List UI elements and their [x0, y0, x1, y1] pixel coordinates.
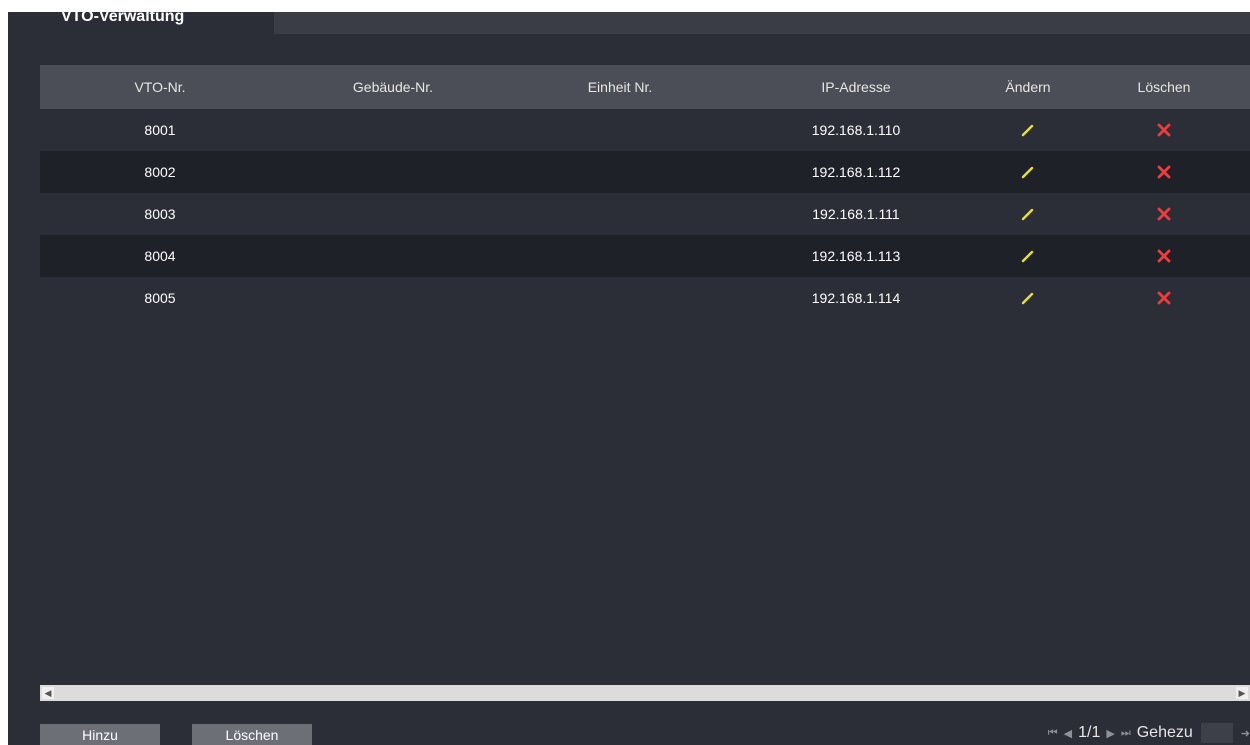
vto-table: VTO-Nr. Gebäude-Nr. Einheit Nr. IP-Adres…	[40, 65, 1250, 685]
cell-delete	[1078, 193, 1250, 235]
cell-ip-adresse: 192.168.1.110	[811, 122, 901, 138]
goto-page-input[interactable]	[1200, 723, 1233, 743]
edit-pencil-icon[interactable]	[1018, 120, 1038, 140]
table-row: 8004 192.168.1.113	[40, 235, 1250, 277]
edit-pencil-icon[interactable]	[1018, 162, 1038, 182]
last-page-icon[interactable]: ⏭	[1121, 727, 1131, 740]
app-window: VTO-Verwaltung VTO-Nr. Gebäude-Nr. Einhe…	[8, 12, 1250, 745]
delete-x-icon[interactable]	[1154, 120, 1174, 140]
table-row: 8001 192.168.1.110	[40, 109, 1250, 151]
cell-vto-nr: 8004	[144, 248, 176, 264]
cell-gebaeude-nr	[280, 235, 506, 277]
tab-bar: VTO-Verwaltung	[8, 12, 1250, 34]
delete-x-icon[interactable]	[1154, 246, 1174, 266]
col-header-gebaeude-nr: Gebäude-Nr.	[352, 79, 434, 95]
table-row: 8002 192.168.1.112	[40, 151, 1250, 193]
cell-einheit-nr	[506, 277, 734, 319]
cell-edit	[978, 109, 1078, 151]
edit-pencil-icon[interactable]	[1018, 288, 1038, 308]
cell-gebaeude-nr	[280, 277, 506, 319]
next-page-icon[interactable]: ▶	[1106, 727, 1114, 740]
horizontal-scrollbar[interactable]: ◀ ▶	[40, 685, 1250, 701]
cell-edit	[978, 235, 1078, 277]
cell-ip-adresse: 192.168.1.111	[812, 206, 900, 222]
goto-label: Gehezu	[1136, 724, 1193, 741]
cell-delete	[1078, 109, 1250, 151]
edit-pencil-icon[interactable]	[1018, 204, 1038, 224]
tab-vto-verwaltung[interactable]: VTO-Verwaltung	[8, 12, 274, 34]
cell-vto-nr: 8003	[144, 206, 176, 222]
goto-arrow-icon[interactable]: ➜	[1241, 727, 1250, 740]
cell-gebaeude-nr	[280, 151, 506, 193]
cell-vto-nr: 8002	[144, 164, 176, 180]
delete-x-icon[interactable]	[1154, 204, 1174, 224]
table-row: 8005 192.168.1.114	[40, 277, 1250, 319]
add-button[interactable]: Hinzu	[40, 724, 160, 745]
scroll-right-arrow-icon[interactable]: ▶	[1236, 687, 1248, 699]
table-header: VTO-Nr. Gebäude-Nr. Einheit Nr. IP-Adres…	[40, 65, 1250, 109]
col-header-einheit-nr: Einheit Nr.	[587, 79, 653, 95]
first-page-icon[interactable]: ⏮	[1048, 727, 1058, 740]
table-row: 8003 192.168.1.111	[40, 193, 1250, 235]
col-header-ip-adresse: IP-Adresse	[821, 79, 891, 95]
cell-ip-adresse: 192.168.1.112	[811, 164, 901, 180]
cell-edit	[978, 193, 1078, 235]
cell-delete	[1078, 151, 1250, 193]
cell-vto-nr: 8005	[144, 290, 176, 306]
cell-delete	[1078, 277, 1250, 319]
cell-vto-nr: 8001	[144, 122, 176, 138]
cell-ip-adresse: 192.168.1.113	[811, 248, 901, 264]
cell-einheit-nr	[506, 109, 734, 151]
cell-einheit-nr	[506, 193, 734, 235]
col-header-loeschen: Löschen	[1137, 79, 1191, 95]
cell-edit	[978, 151, 1078, 193]
prev-page-icon[interactable]: ◀	[1064, 727, 1072, 740]
cell-einheit-nr	[506, 151, 734, 193]
cell-delete	[1078, 235, 1250, 277]
cell-ip-adresse: 192.168.1.114	[811, 290, 901, 306]
page-indicator: 1/1	[1078, 724, 1101, 741]
col-header-aendern: Ändern	[1005, 79, 1051, 95]
pagination: ⏮ ◀ 1/1 ▶ ⏭ Gehezu ➜	[1048, 722, 1250, 744]
edit-pencil-icon[interactable]	[1018, 246, 1038, 266]
cell-gebaeude-nr	[280, 109, 506, 151]
cell-einheit-nr	[506, 235, 734, 277]
delete-button[interactable]: Löschen	[192, 724, 312, 745]
scroll-left-arrow-icon[interactable]: ◀	[42, 687, 54, 699]
delete-x-icon[interactable]	[1154, 162, 1174, 182]
cell-edit	[978, 277, 1078, 319]
footer-bar: Hinzu Löschen ⏮ ◀ 1/1 ▶ ⏭ Gehezu ➜	[8, 709, 1250, 745]
col-header-vto-nr: VTO-Nr.	[134, 79, 186, 95]
cell-gebaeude-nr	[280, 193, 506, 235]
tab-label: VTO-Verwaltung	[61, 12, 185, 25]
delete-x-icon[interactable]	[1154, 288, 1174, 308]
